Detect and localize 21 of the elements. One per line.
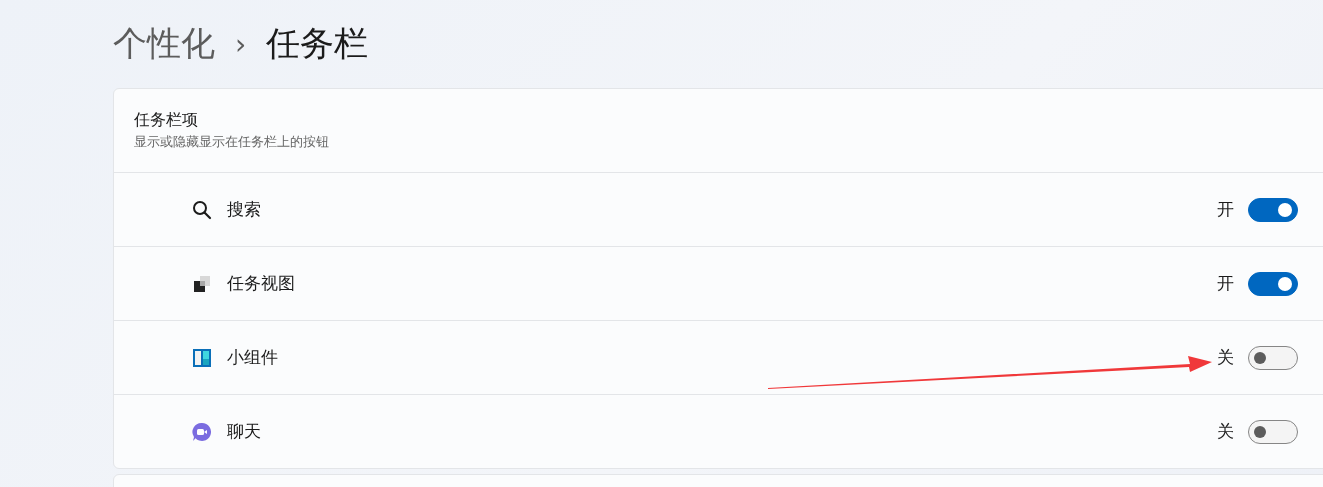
toggle-state-label: 开 — [1217, 272, 1234, 295]
setting-label: 聊天 — [227, 420, 262, 443]
toggle-switch[interactable] — [1248, 197, 1298, 222]
task-view-icon — [192, 273, 212, 294]
section-subtitle: 显示或隐藏显示在任务栏上的按钮 — [134, 133, 330, 151]
setting-label: 小组件 — [227, 346, 279, 369]
breadcrumb-separator: › — [235, 27, 247, 61]
widgets-icon — [192, 347, 212, 368]
section-title: 任务栏项 — [134, 110, 199, 131]
toggle-state-label: 开 — [1217, 198, 1234, 221]
search-icon — [192, 199, 212, 220]
toggle-switch[interactable] — [1248, 345, 1298, 370]
toggle-switch[interactable] — [1248, 419, 1298, 444]
toggle-state-label: 关 — [1217, 346, 1234, 369]
setting-label: 任务视图 — [227, 272, 296, 295]
setting-label: 搜索 — [227, 198, 262, 221]
toggle-state-label: 关 — [1217, 420, 1234, 443]
page-title: 任务栏 — [266, 22, 369, 65]
breadcrumb-link[interactable]: 个性化 — [113, 21, 215, 67]
toggle-switch[interactable] — [1248, 271, 1298, 296]
chat-icon — [192, 421, 212, 442]
